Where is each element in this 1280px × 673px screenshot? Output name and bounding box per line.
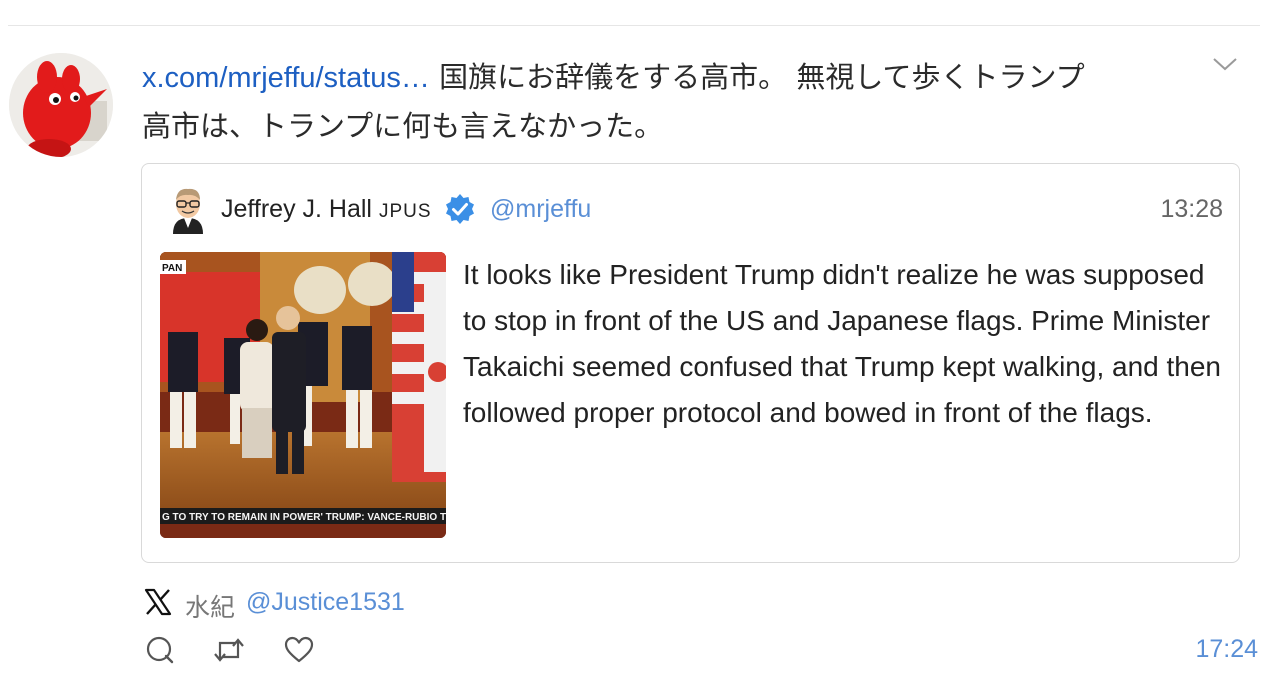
top-divider (8, 25, 1260, 26)
quoted-post-time[interactable]: 13:28 (1160, 195, 1223, 224)
quoted-post[interactable]: Jeffrey J. Hall JPUS @mrjeffu 13:28 PAN … (141, 163, 1240, 563)
image-caption-top: PAN (162, 263, 182, 274)
x-logo-icon[interactable] (144, 588, 172, 616)
quoted-post-video-thumbnail[interactable]: PAN G TO TRY TO REMAIN IN POWER' TRUMP: … (160, 252, 446, 538)
reply-icon[interactable] (144, 634, 176, 666)
author-avatar[interactable] (9, 53, 113, 157)
quoted-post-text: It looks like President Trump didn't rea… (463, 259, 1221, 428)
quoted-author-suffix: JPUS (378, 201, 432, 222)
chevron-down-icon[interactable] (1212, 54, 1238, 74)
verified-badge-icon (446, 194, 474, 224)
quoted-author-avatar[interactable] (165, 184, 211, 234)
post-text: x.com/mrjeffu/status… 国旗にお辞儀をする高市。 無視して歩… (142, 53, 1182, 150)
retweet-icon[interactable] (213, 634, 245, 666)
source-user-name[interactable]: 水紀 (185, 588, 235, 624)
like-icon[interactable] (283, 634, 315, 666)
post-text-line2: 高市は、トランプに何も言えなかった。 (142, 109, 664, 143)
post-text-line1: 国旗にお辞儀をする高市。 無視して歩くトランプ (429, 60, 1085, 94)
source-user-handle[interactable]: @Justice1531 (246, 588, 405, 617)
quoted-author-display-name: Jeffrey J. Hall (221, 195, 372, 223)
post-time[interactable]: 17:24 (1195, 635, 1258, 664)
status-link[interactable]: x.com/mrjeffu/status… (142, 62, 430, 94)
quoted-author-name[interactable]: Jeffrey J. Hall JPUS (221, 195, 432, 224)
image-ticker: G TO TRY TO REMAIN IN POWER' TRUMP: VANC… (162, 512, 446, 523)
quoted-author-handle[interactable]: @mrjeffu (490, 195, 591, 224)
